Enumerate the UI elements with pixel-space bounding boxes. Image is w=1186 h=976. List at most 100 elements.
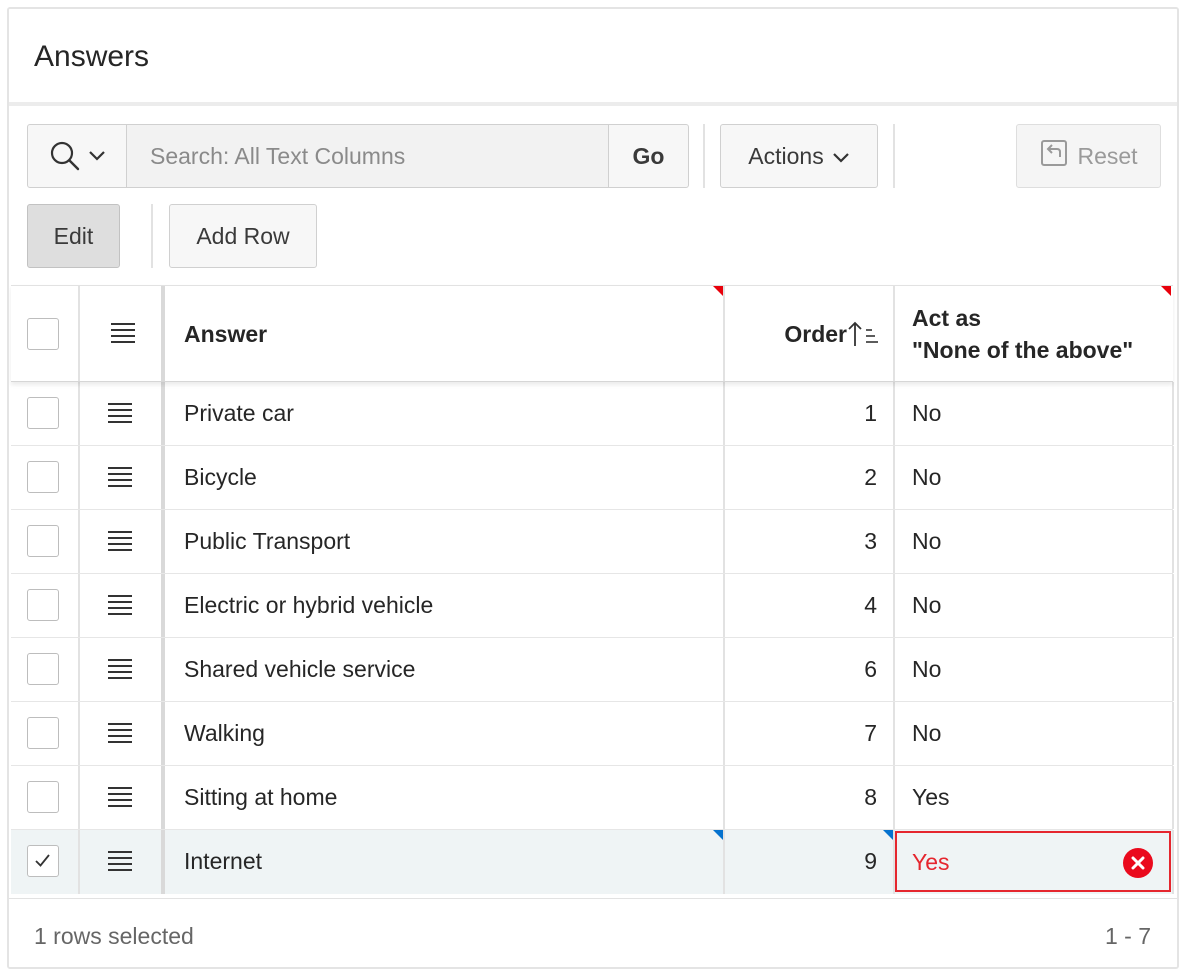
reset-button[interactable]: Reset (1016, 124, 1161, 188)
order-cell[interactable]: 8 (817, 784, 877, 811)
column-header-none-line2[interactable]: "None of the above" (912, 337, 1133, 364)
none-cell[interactable]: No (912, 464, 941, 491)
order-header-label: Order (784, 321, 847, 347)
answers-region: Answers Search: All Text Columns Go Acti… (7, 7, 1179, 969)
none-cell[interactable]: No (912, 656, 941, 683)
required-marker (1161, 286, 1171, 296)
row-actions-menu-icon[interactable] (107, 530, 133, 557)
none-cell[interactable]: No (912, 528, 941, 555)
column-header-answer[interactable]: Answer (184, 321, 267, 348)
answer-cell[interactable]: Walking (184, 720, 265, 747)
actions-menu-button[interactable]: Actions (720, 124, 878, 188)
none-cell[interactable]: No (912, 592, 941, 619)
search-input[interactable]: Search: All Text Columns (126, 124, 610, 188)
row-select-checkbox[interactable] (27, 589, 59, 621)
column-divider (723, 638, 725, 701)
column-divider (78, 702, 80, 765)
go-button[interactable]: Go (608, 124, 689, 188)
search-icon (48, 139, 82, 173)
frozen-column-divider (161, 766, 165, 829)
column-divider (893, 766, 895, 829)
row-actions-menu-icon[interactable] (107, 786, 133, 813)
search-column-menu-button[interactable] (27, 124, 127, 188)
toolbar-separator (703, 124, 705, 188)
answer-cell[interactable]: Internet (184, 848, 262, 875)
row-actions-menu-icon[interactable] (107, 466, 133, 493)
frozen-column-divider (161, 510, 165, 573)
order-cell[interactable]: 4 (817, 592, 877, 619)
add-row-button[interactable]: Add Row (169, 204, 317, 268)
none-cell-error[interactable]: Yes (895, 831, 1171, 892)
row-actions-menu-icon[interactable] (107, 402, 133, 429)
row-select-checkbox[interactable] (27, 781, 59, 813)
column-divider (1172, 830, 1174, 894)
table-row[interactable]: Shared vehicle service 6 No (11, 638, 1174, 702)
column-divider (723, 766, 725, 829)
table-row[interactable]: Walking 7 No (11, 702, 1174, 766)
row-select-checkbox[interactable] (27, 461, 59, 493)
order-cell[interactable]: 2 (817, 464, 877, 491)
toolbar-separator (151, 204, 153, 268)
region-header: Answers (9, 9, 1177, 106)
order-cell[interactable]: 9 (817, 848, 877, 875)
column-divider (723, 510, 725, 573)
row-actions-menu-icon[interactable] (107, 658, 133, 685)
order-cell[interactable]: 7 (817, 720, 877, 747)
answer-cell[interactable]: Bicycle (184, 464, 257, 491)
column-header-none-line1[interactable]: Act as (912, 305, 981, 332)
row-actions-header-icon (110, 322, 136, 349)
toolbar-separator (893, 124, 895, 188)
table-row[interactable]: Public Transport 3 No (11, 510, 1174, 574)
column-divider (723, 574, 725, 637)
select-all-checkbox[interactable] (27, 318, 59, 350)
frozen-column-divider (161, 702, 165, 765)
column-divider (893, 510, 895, 573)
column-divider (893, 446, 895, 509)
row-actions-menu-icon[interactable] (107, 850, 133, 877)
row-select-checkbox[interactable] (27, 397, 59, 429)
answer-cell[interactable]: Private car (184, 400, 294, 427)
none-cell[interactable]: No (912, 720, 941, 747)
row-select-checkbox[interactable] (27, 653, 59, 685)
column-divider (893, 382, 895, 445)
column-divider (893, 574, 895, 637)
chevron-down-icon (832, 143, 850, 170)
grid-header: Answer Order Act as "None of the above" (11, 285, 1173, 382)
none-cell: Yes (912, 849, 950, 875)
answer-cell[interactable]: Electric or hybrid vehicle (184, 592, 433, 619)
table-row[interactable]: Private car 1 No (11, 382, 1174, 446)
order-cell[interactable]: 6 (817, 656, 877, 683)
column-divider (723, 830, 725, 894)
table-row[interactable]: Bicycle 2 No (11, 446, 1174, 510)
answer-cell[interactable]: Public Transport (184, 528, 350, 555)
changed-marker (713, 830, 723, 840)
frozen-column-divider (161, 574, 165, 637)
row-select-checkbox[interactable] (27, 525, 59, 557)
table-row[interactable]: Electric or hybrid vehicle 4 No (11, 574, 1174, 638)
none-cell[interactable]: No (912, 400, 941, 427)
row-actions-menu-icon[interactable] (107, 722, 133, 749)
column-divider (1172, 382, 1174, 445)
row-actions-menu-icon[interactable] (107, 594, 133, 621)
frozen-column-divider (161, 382, 165, 445)
row-select-checkbox[interactable] (27, 717, 59, 749)
column-divider (78, 286, 80, 381)
column-divider (893, 702, 895, 765)
selection-status: 1 rows selected (34, 923, 194, 949)
answer-cell[interactable]: Sitting at home (184, 784, 337, 811)
table-row[interactable]: Sitting at home 8 Yes (11, 766, 1174, 830)
table-row[interactable]: Internet 9 Yes (11, 830, 1174, 894)
column-divider (1172, 510, 1174, 573)
column-divider (1172, 766, 1174, 829)
column-divider (723, 702, 725, 765)
column-divider (893, 286, 895, 381)
column-divider (1172, 638, 1174, 701)
none-cell[interactable]: Yes (912, 784, 950, 811)
row-select-checkbox[interactable] (27, 845, 59, 877)
edit-toggle-button[interactable]: Edit (27, 204, 120, 268)
error-icon (1123, 848, 1153, 878)
answer-cell[interactable]: Shared vehicle service (184, 656, 415, 683)
order-cell[interactable]: 1 (817, 400, 877, 427)
column-header-order[interactable]: Order (725, 286, 893, 381)
order-cell[interactable]: 3 (817, 528, 877, 555)
